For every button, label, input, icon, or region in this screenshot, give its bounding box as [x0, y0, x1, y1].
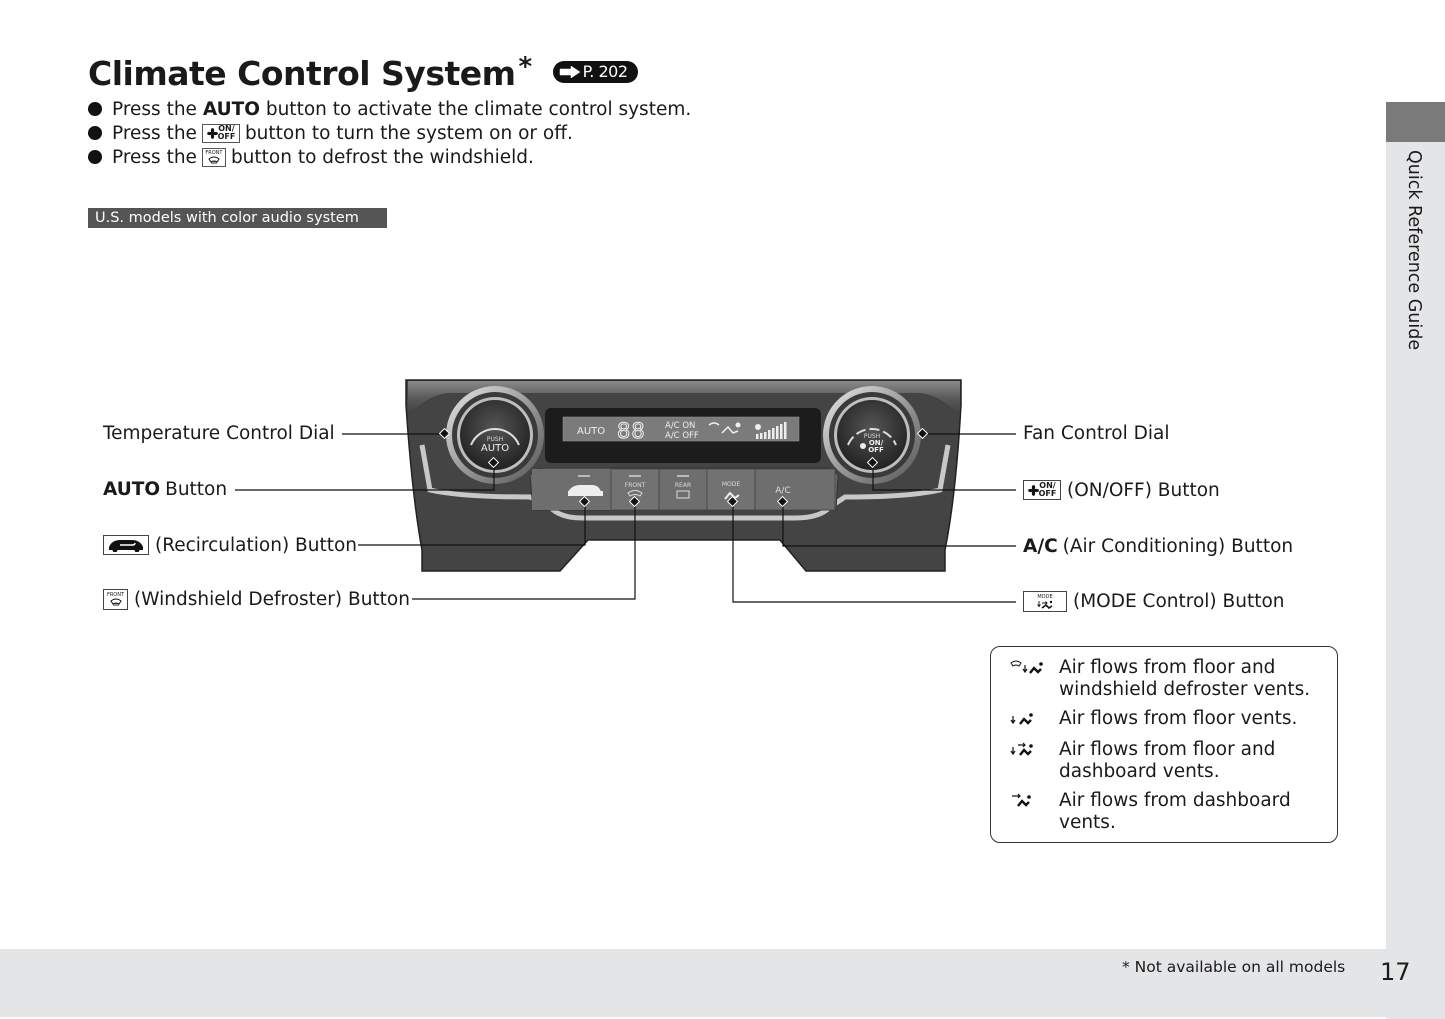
side-tab-marker	[1386, 102, 1445, 142]
bullet-prefix: Press the	[112, 122, 197, 144]
rear-defrost-button[interactable]: REAR	[658, 468, 708, 511]
callout-text: Fan Control Dial	[1023, 422, 1170, 444]
callout-text: (Windshield Defroster) Button	[134, 588, 410, 610]
mode-label: MODE	[722, 481, 741, 488]
rear-label: REAR	[675, 482, 691, 489]
bullet-prefix: Press the	[112, 98, 197, 120]
callout-mode-button: MODE (MODE Control) Button	[1023, 589, 1285, 613]
front-defrost-icon: FRONT	[103, 588, 128, 610]
callout-text: Temperature Control Dial	[103, 422, 335, 444]
fan-on-off-icon: ON/OFF	[1023, 480, 1061, 500]
bullet-item: Press the FRONT button to defrost the wi…	[88, 145, 534, 169]
ac-label: A/C	[775, 486, 790, 496]
off-text: OFF	[217, 132, 236, 141]
off-text: OFF	[1038, 489, 1057, 498]
bullet-dot	[88, 126, 102, 140]
bullet-item: Press the AUTO button to activate the cl…	[88, 97, 691, 121]
floor-airflow-icon	[1010, 713, 1033, 725]
callout-text: (Recirculation) Button	[155, 534, 358, 556]
auto-button-label: AUTO	[481, 443, 509, 454]
callout-ac-button: A/C (Air Conditioning) Button	[1023, 534, 1293, 558]
callout-text: (MODE Control) Button	[1073, 590, 1285, 612]
legend-item: Air flows from floor and dashboard vents…	[1009, 739, 1319, 783]
floor-defrost-airflow-icon	[1010, 660, 1043, 674]
callout-bold: AUTO	[103, 478, 161, 500]
display-ac-on: A/C ON	[665, 421, 695, 431]
callout-text: Button	[165, 478, 228, 500]
onoff-off-label: OFF	[868, 446, 884, 454]
temperature-control-dial[interactable]: PUSH AUTO	[446, 386, 544, 484]
front-label: FRONT	[625, 482, 646, 489]
bullet-dot	[88, 102, 102, 116]
bullet-prefix: Press the	[112, 146, 197, 168]
side-tab-text: Quick Reference Guide	[1404, 150, 1424, 351]
auto-push-label: PUSH	[487, 436, 503, 443]
legend-item: Air flows from dashboard vents.	[1009, 790, 1319, 834]
recirculation-button[interactable]	[532, 469, 611, 510]
legend-text: Air flows from floor and dashboard vents…	[1059, 739, 1276, 782]
side-tab-label[interactable]: Quick Reference Guide	[1384, 150, 1444, 370]
title-text: Climate Control System	[88, 54, 516, 93]
callout-text: (ON/OFF) Button	[1067, 479, 1220, 501]
title-asterisk: *	[518, 52, 533, 82]
display-ac-off: A/C OFF	[665, 431, 699, 441]
ac-button[interactable]: A/C	[754, 468, 836, 511]
display-auto: AUTO	[577, 426, 605, 437]
bullet-item: Press the ON/OFF button to turn the syst…	[88, 121, 573, 145]
page-number: 17	[1380, 958, 1411, 986]
front-defrost-icon: FRONT	[201, 147, 226, 167]
legend-item: Air flows from floor vents.	[1009, 708, 1319, 730]
bullet-suffix: button to activate the climate control s…	[265, 98, 692, 120]
callout-windshield-defroster-button: FRONT (Windshield Defroster) Button	[103, 587, 410, 611]
legend-text: Air flows from floor and windshield defr…	[1059, 657, 1311, 700]
display-temperature: 88	[617, 419, 646, 443]
arrow-right-icon	[559, 65, 581, 78]
legend-item: Air flows from floor and windshield defr…	[1009, 657, 1319, 701]
airflow-mode-legend: Air flows from floor and windshield defr…	[990, 646, 1338, 843]
callout-text: (Air Conditioning) Button	[1062, 535, 1294, 557]
callout-recirculation-button: (Recirculation) Button	[103, 533, 357, 557]
fan-control-dial[interactable]: PUSH ON/ OFF	[823, 386, 921, 484]
model-applicability-tag: U.S. models with color audio system	[88, 208, 387, 228]
callout-bold: A/C	[1023, 535, 1058, 557]
floor-dashboard-airflow-icon	[1010, 742, 1033, 756]
bullet-suffix: button to defrost the windshield.	[230, 146, 534, 168]
dashboard-airflow-icon	[1012, 793, 1031, 807]
front-defrost-button[interactable]: FRONT	[610, 468, 660, 511]
legend-text: Air flows from dashboard vents.	[1059, 790, 1291, 833]
fan-on-off-icon: ON/OFF	[201, 123, 240, 143]
callout-temperature-dial: Temperature Control Dial	[103, 421, 335, 445]
page-title: Climate Control System * P. 202	[88, 52, 638, 93]
recirculation-icon	[103, 535, 149, 555]
callout-fan-dial: Fan Control Dial	[1023, 421, 1170, 445]
bullet-dot	[88, 150, 102, 164]
fan-icon	[860, 443, 866, 449]
page-reference-text: P. 202	[582, 62, 628, 81]
legend-text: Air flows from floor vents.	[1059, 708, 1298, 729]
bullet-suffix: button to turn the system on or off.	[244, 122, 573, 144]
footnote: * Not available on all models	[1122, 958, 1346, 976]
callout-auto-button: AUTO Button	[103, 477, 227, 501]
mode-button[interactable]: MODE	[706, 468, 756, 511]
mode-icon: MODE	[1023, 590, 1067, 612]
climate-control-panel: AUTO 88 A/C ON A/C OFF FRONT REAR MODE A…	[405, 379, 962, 572]
callout-onoff-button: ON/OFF (ON/OFF) Button	[1023, 478, 1220, 502]
bullet-bold: AUTO	[202, 98, 260, 120]
page-reference-link[interactable]: P. 202	[552, 60, 638, 83]
